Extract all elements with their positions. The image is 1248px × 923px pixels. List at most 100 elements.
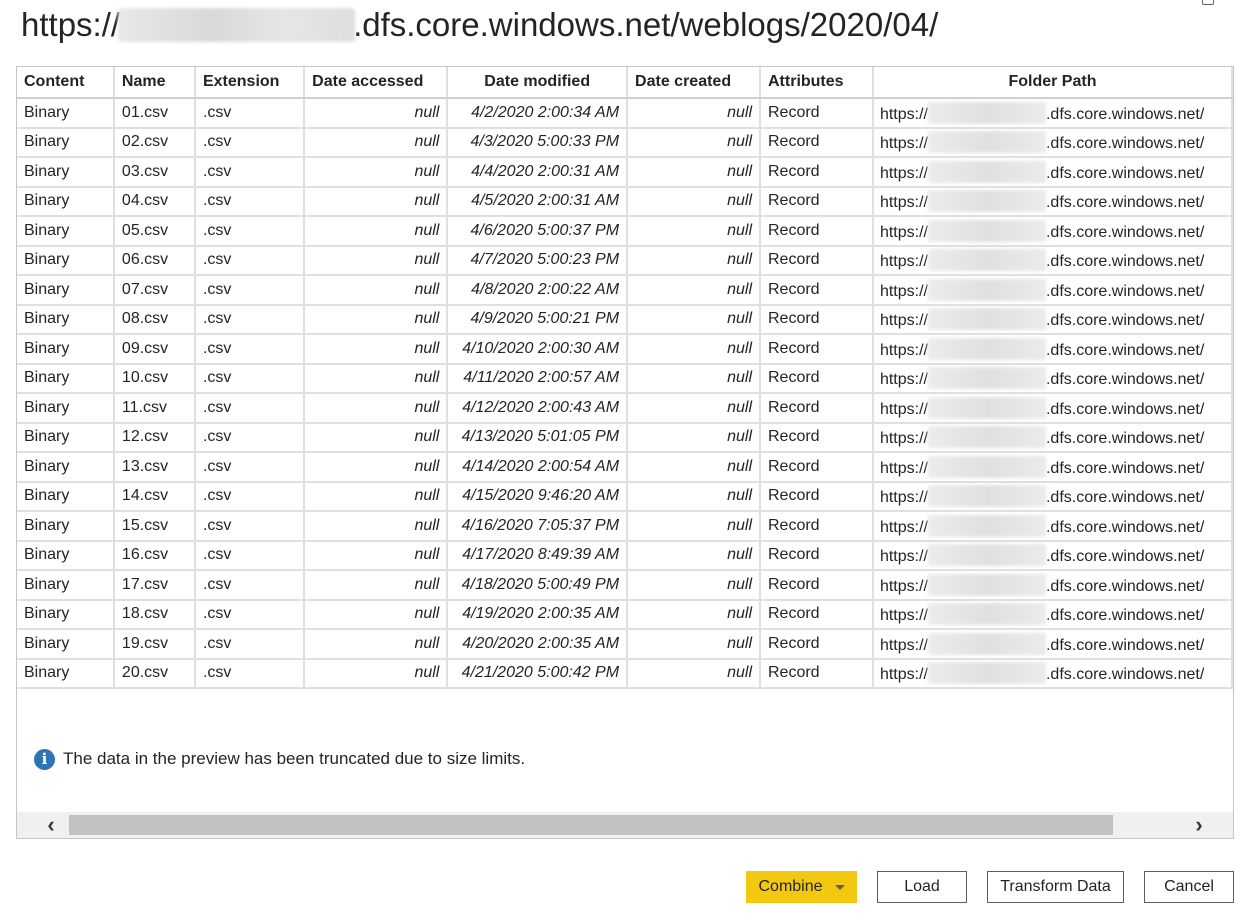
cell-attributes[interactable]: Record xyxy=(760,363,874,394)
cell-attributes[interactable]: Record xyxy=(760,629,874,660)
cell-date-modified: 4/7/2020 5:00:23 PM xyxy=(447,245,629,276)
table-row[interactable]: Binary 07.csv .csv null 4/8/2020 2:00:22 AM n… xyxy=(17,275,1233,306)
redacted-account-name xyxy=(927,160,1046,183)
cell-name: 18.csv xyxy=(113,599,196,630)
cell-attributes[interactable]: Record xyxy=(760,216,874,247)
column-header-extension[interactable]: Extension xyxy=(194,67,306,99)
redacted-account-name xyxy=(927,101,1046,124)
column-header-date-accessed[interactable]: Date accessed xyxy=(304,67,449,99)
table-row[interactable]: Binary 06.csv .csv null 4/7/2020 5:00:23 PM n… xyxy=(17,245,1233,276)
folder-path-prefix: https:// xyxy=(879,400,928,418)
cell-content[interactable]: Binary xyxy=(17,98,115,129)
table-row[interactable]: Binary 19.csv .csv null 4/20/2020 2:00:35 AM… xyxy=(17,629,1233,660)
folder-path-suffix: .dfs.core.windows.net/ xyxy=(1045,194,1205,212)
cell-attributes[interactable]: Record xyxy=(760,157,874,188)
cell-content[interactable]: Binary xyxy=(17,157,115,188)
table-row[interactable]: Binary 09.csv .csv null 4/10/2020 2:00:30 AM… xyxy=(17,334,1233,365)
cell-attributes[interactable]: Record xyxy=(760,275,874,306)
folder-path-suffix: .dfs.core.windows.net/ xyxy=(1045,135,1205,153)
column-header-folder-path[interactable]: Folder Path xyxy=(872,67,1233,99)
cell-attributes[interactable]: Record xyxy=(760,540,874,571)
cell-content[interactable]: Binary xyxy=(17,245,115,276)
column-header-attributes[interactable]: Attributes xyxy=(760,67,874,99)
cell-content[interactable]: Binary xyxy=(17,422,115,453)
folder-path-suffix: .dfs.core.windows.net/ xyxy=(1045,282,1205,300)
cell-attributes[interactable]: Record xyxy=(760,334,874,365)
cell-attributes[interactable]: Record xyxy=(760,481,874,512)
cell-attributes[interactable]: Record xyxy=(760,186,874,217)
cell-content[interactable]: Binary xyxy=(17,599,115,630)
table-row[interactable]: Binary 18.csv .csv null 4/19/2020 2:00:35 AM… xyxy=(17,599,1233,630)
table-row[interactable]: Binary 03.csv .csv null 4/4/2020 2:00:31 AM n… xyxy=(17,157,1233,188)
cell-folder-path: https:// .dfs.core.windows.net/ xyxy=(872,570,1233,601)
column-header-name[interactable]: Name xyxy=(113,67,196,99)
folder-path-suffix: .dfs.core.windows.net/ xyxy=(1045,636,1205,654)
cell-attributes[interactable]: Record xyxy=(760,452,874,483)
cell-attributes[interactable]: Record xyxy=(760,422,874,453)
folder-path-suffix: .dfs.core.windows.net/ xyxy=(1045,666,1205,684)
table-row[interactable]: Binary 17.csv .csv null 4/18/2020 5:00:49 PM… xyxy=(17,570,1233,601)
table-row[interactable]: Binary 01.csv .csv null 4/2/2020 2:00:34 AM n… xyxy=(17,98,1233,129)
cell-attributes[interactable]: Record xyxy=(760,658,874,689)
cell-date-accessed: null xyxy=(304,599,449,630)
table-row[interactable]: Binary 05.csv .csv null 4/6/2020 5:00:37 PM n… xyxy=(17,216,1233,247)
column-header-content[interactable]: Content xyxy=(17,67,115,99)
cell-content[interactable]: Binary xyxy=(17,216,115,247)
cell-attributes[interactable]: Record xyxy=(760,393,874,424)
cell-content[interactable]: Binary xyxy=(17,629,115,660)
transform-data-button[interactable]: Transform Data xyxy=(987,871,1124,903)
cell-content[interactable]: Binary xyxy=(17,511,115,542)
chevron-down-icon[interactable] xyxy=(834,884,845,890)
cell-content[interactable]: Binary xyxy=(17,570,115,601)
cell-attributes[interactable]: Record xyxy=(760,127,874,158)
table-row[interactable]: Binary 15.csv .csv null 4/16/2020 7:05:37 PM… xyxy=(17,511,1233,542)
chevron-right-icon[interactable]: › xyxy=(1177,812,1221,838)
horizontal-scrollbar[interactable]: ‹ › xyxy=(17,812,1233,838)
table-row[interactable]: Binary 20.csv .csv null 4/21/2020 5:00:42 PM… xyxy=(17,658,1233,689)
cell-content[interactable]: Binary xyxy=(17,658,115,689)
cell-content[interactable]: Binary xyxy=(17,186,115,217)
close-icon[interactable] xyxy=(1202,0,1214,5)
table-row[interactable]: Binary 04.csv .csv null 4/5/2020 2:00:31 AM n… xyxy=(17,186,1233,217)
cell-attributes[interactable]: Record xyxy=(760,304,874,335)
cell-content[interactable]: Binary xyxy=(17,275,115,306)
cell-content[interactable]: Binary xyxy=(17,540,115,571)
chevron-left-icon[interactable]: ‹ xyxy=(29,812,73,838)
cell-content[interactable]: Binary xyxy=(17,363,115,394)
cell-date-modified: 4/21/2020 5:00:42 PM xyxy=(447,658,629,689)
cell-extension: .csv xyxy=(194,363,306,394)
cell-extension: .csv xyxy=(194,186,306,217)
table-row[interactable]: Binary 08.csv .csv null 4/9/2020 5:00:21 PM n… xyxy=(17,304,1233,335)
cell-folder-path: https:// .dfs.core.windows.net/ xyxy=(872,599,1233,630)
folder-path-prefix: https:// xyxy=(879,223,928,241)
table-row[interactable]: Binary 14.csv .csv null 4/15/2020 9:46:20 AM… xyxy=(17,481,1233,512)
cell-name: 15.csv xyxy=(113,511,196,542)
table-row[interactable]: Binary 02.csv .csv null 4/3/2020 5:00:33 PM n… xyxy=(17,127,1233,158)
cell-content[interactable]: Binary xyxy=(17,127,115,158)
cancel-button[interactable]: Cancel xyxy=(1144,871,1234,903)
scrollbar-thumb[interactable] xyxy=(69,815,1113,835)
table-row[interactable]: Binary 16.csv .csv null 4/17/2020 8:49:39 AM… xyxy=(17,540,1233,571)
folder-path-prefix: https:// xyxy=(879,577,928,595)
cell-attributes[interactable]: Record xyxy=(760,511,874,542)
cell-attributes[interactable]: Record xyxy=(760,599,874,630)
cell-content[interactable]: Binary xyxy=(17,452,115,483)
table-row[interactable]: Binary 12.csv .csv null 4/13/2020 5:01:05 PM… xyxy=(17,422,1233,453)
cell-date-modified: 4/10/2020 2:00:30 AM xyxy=(447,334,629,365)
table-row[interactable]: Binary 10.csv .csv null 4/11/2020 2:00:57 AM… xyxy=(17,363,1233,394)
cell-attributes[interactable]: Record xyxy=(760,245,874,276)
cell-date-created: null xyxy=(627,216,761,247)
column-header-date-modified[interactable]: Date modified xyxy=(447,67,629,99)
combine-button[interactable]: Combine xyxy=(746,871,857,903)
cell-extension: .csv xyxy=(194,422,306,453)
cell-attributes[interactable]: Record xyxy=(760,98,874,129)
table-row[interactable]: Binary 11.csv .csv null 4/12/2020 2:00:43 AM… xyxy=(17,393,1233,424)
cell-content[interactable]: Binary xyxy=(17,304,115,335)
table-row[interactable]: Binary 13.csv .csv null 4/14/2020 2:00:54 AM… xyxy=(17,452,1233,483)
column-header-date-created[interactable]: Date created xyxy=(627,67,761,99)
cell-content[interactable]: Binary xyxy=(17,481,115,512)
cell-attributes[interactable]: Record xyxy=(760,570,874,601)
load-button[interactable]: Load xyxy=(877,871,967,903)
cell-content[interactable]: Binary xyxy=(17,334,115,365)
cell-content[interactable]: Binary xyxy=(17,393,115,424)
